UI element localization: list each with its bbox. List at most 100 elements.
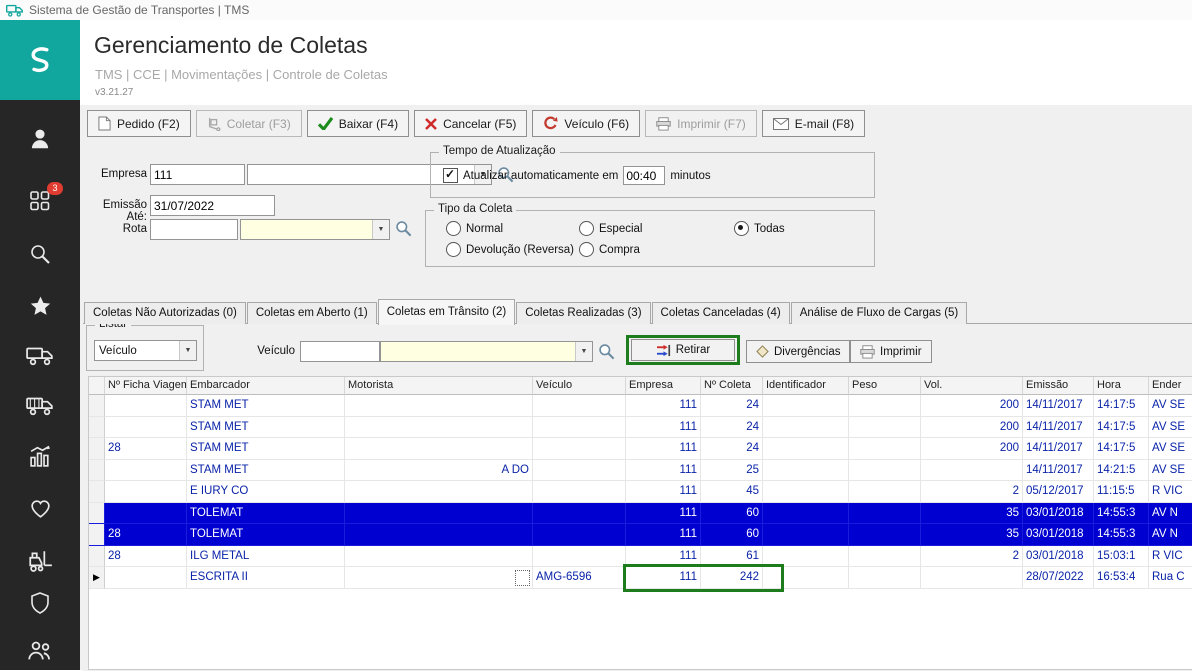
cell-motorista[interactable] [345, 395, 533, 417]
cell-coleta[interactable]: 61 [701, 545, 763, 567]
chevron-down-icon[interactable]: ▼ [575, 342, 592, 361]
cell-endereco[interactable]: AV N [1149, 502, 1192, 524]
cell-peso[interactable] [849, 524, 921, 546]
cell-motorista[interactable] [345, 438, 533, 460]
cell-vol[interactable]: 200 [921, 395, 1023, 417]
cell-motorista[interactable] [345, 502, 533, 524]
chevron-down-icon[interactable]: ▼ [372, 220, 389, 239]
table-row[interactable]: ▶ ESCRITA II AMG-6596 111 242 28/07/2022 16:53… [89, 567, 1192, 589]
cell-embarcador[interactable]: STAM MET [187, 459, 345, 481]
cell-emissao[interactable]: 28/07/2022 [1023, 567, 1094, 589]
column-header-peso[interactable]: Peso [849, 377, 921, 395]
cell-vol[interactable]: 2 [921, 481, 1023, 503]
sidebar-item-star[interactable] [0, 291, 80, 321]
imprimir-button[interactable]: Imprimir [850, 340, 932, 363]
sidebar-item-search[interactable] [0, 239, 80, 269]
cell-empresa[interactable]: 111 [626, 524, 701, 546]
table-row[interactable]: TOLEMAT 111 60 35 03/01/2018 14:55:3 AV N [89, 502, 1192, 524]
cell-emissao[interactable]: 05/12/2017 [1023, 481, 1094, 503]
cell-veiculo[interactable]: AMG-6596 [533, 567, 626, 589]
cell-vol[interactable]: 35 [921, 524, 1023, 546]
tab-coletas-realizadas-3[interactable]: Coletas Realizadas (3) [516, 302, 651, 324]
table-row[interactable]: 28 STAM MET 111 24 200 14/11/2017 14:17:5 AV SE [89, 438, 1192, 460]
emissao-input[interactable] [150, 195, 275, 216]
auto-update-checkbox[interactable] [443, 167, 458, 183]
cell-embarcador[interactable]: ILG METAL [187, 545, 345, 567]
cell-ficha[interactable] [105, 459, 187, 481]
cell-empresa[interactable]: 111 [626, 438, 701, 460]
veiculo-combo[interactable]: ▼ [380, 341, 593, 362]
cell-empresa[interactable]: 111 [626, 567, 701, 589]
cell-emissao[interactable]: 14/11/2017 [1023, 459, 1094, 481]
cell-empresa[interactable]: 111 [626, 395, 701, 417]
sidebar-item-forklift[interactable] [0, 546, 80, 576]
cell-motorista[interactable] [345, 524, 533, 546]
cell-emissao[interactable]: 14/11/2017 [1023, 416, 1094, 438]
rota-search-icon[interactable] [395, 220, 413, 238]
column-header-hora[interactable]: Hora [1094, 377, 1149, 395]
cell-motorista[interactable] [345, 481, 533, 503]
column-header-vol[interactable]: Vol. [921, 377, 1023, 395]
cell-identificador[interactable] [763, 567, 849, 589]
column-header-coleta[interactable]: Nº Coleta [701, 377, 763, 395]
cell-coleta[interactable]: 25 [701, 459, 763, 481]
cell-empresa[interactable]: 111 [626, 416, 701, 438]
rota-input[interactable] [150, 219, 238, 240]
cell-ficha[interactable]: 28 [105, 438, 187, 460]
toolbar-button-pedido-f2[interactable]: Pedido (F2) [87, 110, 191, 137]
cell-veiculo[interactable] [533, 395, 626, 417]
cell-emissao[interactable]: 03/01/2018 [1023, 545, 1094, 567]
radio-todas[interactable]: Todas [734, 221, 785, 236]
table-row[interactable]: E IURY CO 111 45 2 05/12/2017 11:15:5 R VIC [89, 481, 1192, 503]
cell-peso[interactable] [849, 567, 921, 589]
cell-embarcador[interactable]: STAM MET [187, 395, 345, 417]
cell-endereco[interactable]: AV SE [1149, 460, 1192, 481]
cell-endereco[interactable]: AV SE [1149, 438, 1192, 460]
empresa-input[interactable] [150, 164, 245, 185]
cell-coleta[interactable]: 60 [701, 524, 763, 546]
cell-empresa[interactable]: 111 [626, 502, 701, 524]
cell-endereco[interactable]: R VIC [1149, 546, 1192, 567]
cell-identificador[interactable] [763, 395, 849, 417]
cell-ficha[interactable]: 28 [105, 545, 187, 567]
cell-hora[interactable]: 14:17:5 [1094, 438, 1149, 460]
cell-peso[interactable] [849, 481, 921, 503]
cell-embarcador[interactable]: TOLEMAT [187, 502, 345, 524]
cell-ficha[interactable]: 28 [105, 524, 187, 546]
chevron-down-icon[interactable]: ▼ [179, 341, 196, 360]
cell-identificador[interactable] [763, 545, 849, 567]
cell-hora[interactable]: 14:55:3 [1094, 524, 1149, 546]
cell-ficha[interactable] [105, 481, 187, 503]
cell-ficha[interactable] [105, 502, 187, 524]
cell-hora[interactable]: 15:03:1 [1094, 545, 1149, 567]
cell-identificador[interactable] [763, 481, 849, 503]
cell-identificador[interactable] [763, 502, 849, 524]
cell-veiculo[interactable] [533, 502, 626, 524]
cell-peso[interactable] [849, 395, 921, 417]
cell-vol[interactable]: 35 [921, 502, 1023, 524]
table-row[interactable]: 28 TOLEMAT 111 60 35 03/01/2018 14:55:3 AV N [89, 524, 1192, 546]
cell-motorista[interactable] [345, 567, 533, 589]
cell-vol[interactable] [921, 567, 1023, 589]
table-row[interactable]: STAM MET 111 24 200 14/11/2017 14:17:5 AV SE [89, 395, 1192, 417]
sidebar-item-apps-grid[interactable]: 3 [0, 182, 80, 216]
cell-emissao[interactable]: 03/01/2018 [1023, 524, 1094, 546]
cell-identificador[interactable] [763, 459, 849, 481]
cell-vol[interactable]: 200 [921, 416, 1023, 438]
cell-vol[interactable]: 2 [921, 545, 1023, 567]
radio-devolucao[interactable]: Devolução (Reversa) [446, 242, 574, 257]
cell-coleta[interactable]: 242 [701, 567, 763, 589]
cell-emissao[interactable]: 03/01/2018 [1023, 502, 1094, 524]
cell-emissao[interactable]: 14/11/2017 [1023, 438, 1094, 460]
sidebar-item-chart[interactable] [0, 441, 80, 471]
app-logo[interactable] [0, 20, 80, 100]
cell-veiculo[interactable] [533, 459, 626, 481]
cell-identificador[interactable] [763, 438, 849, 460]
cell-motorista[interactable] [345, 416, 533, 438]
listar-combo[interactable]: Veículo ▼ [94, 340, 197, 361]
cell-empresa[interactable]: 111 [626, 459, 701, 481]
cell-hora[interactable]: 14:21:5 [1094, 459, 1149, 481]
table-row[interactable]: STAM MET 111 24 200 14/11/2017 14:17:5 AV SE [89, 416, 1192, 438]
cell-motorista[interactable]: A DO [345, 459, 533, 481]
cell-veiculo[interactable] [533, 545, 626, 567]
